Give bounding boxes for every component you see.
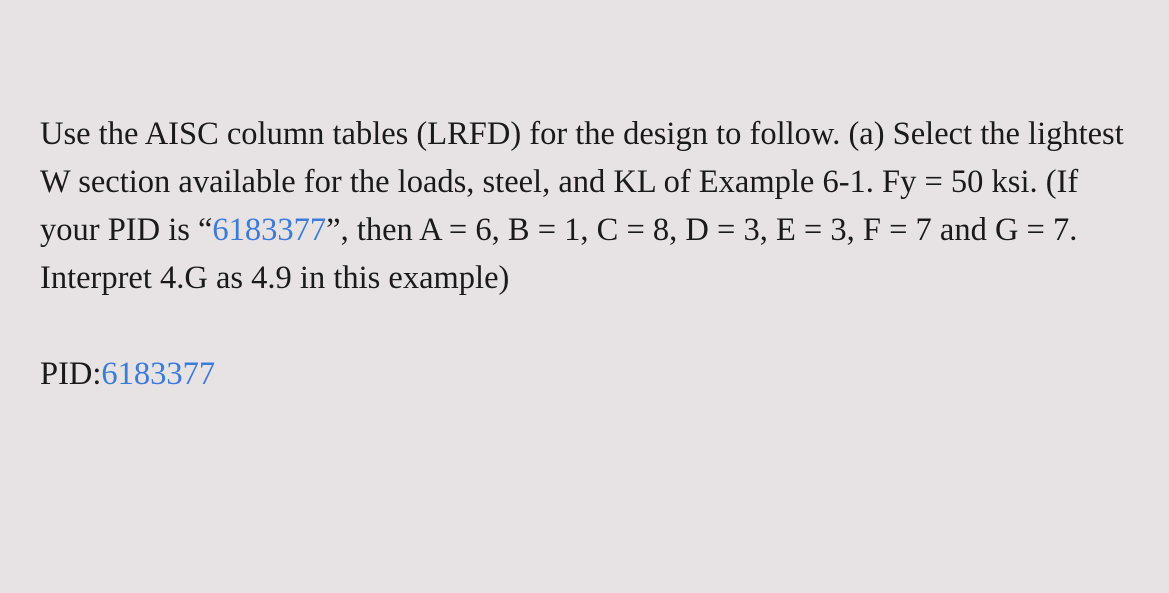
document-page: Use the AISC column tables (LRFD) for th…: [0, 0, 1169, 593]
pid-value-link[interactable]: 6183377: [101, 356, 215, 392]
problem-statement: Use the AISC column tables (LRFD) for th…: [40, 110, 1129, 302]
pid-inline-link[interactable]: 6183377: [212, 212, 326, 248]
pid-label: PID:: [40, 356, 101, 392]
pid-line: PID:6183377: [40, 350, 1129, 398]
